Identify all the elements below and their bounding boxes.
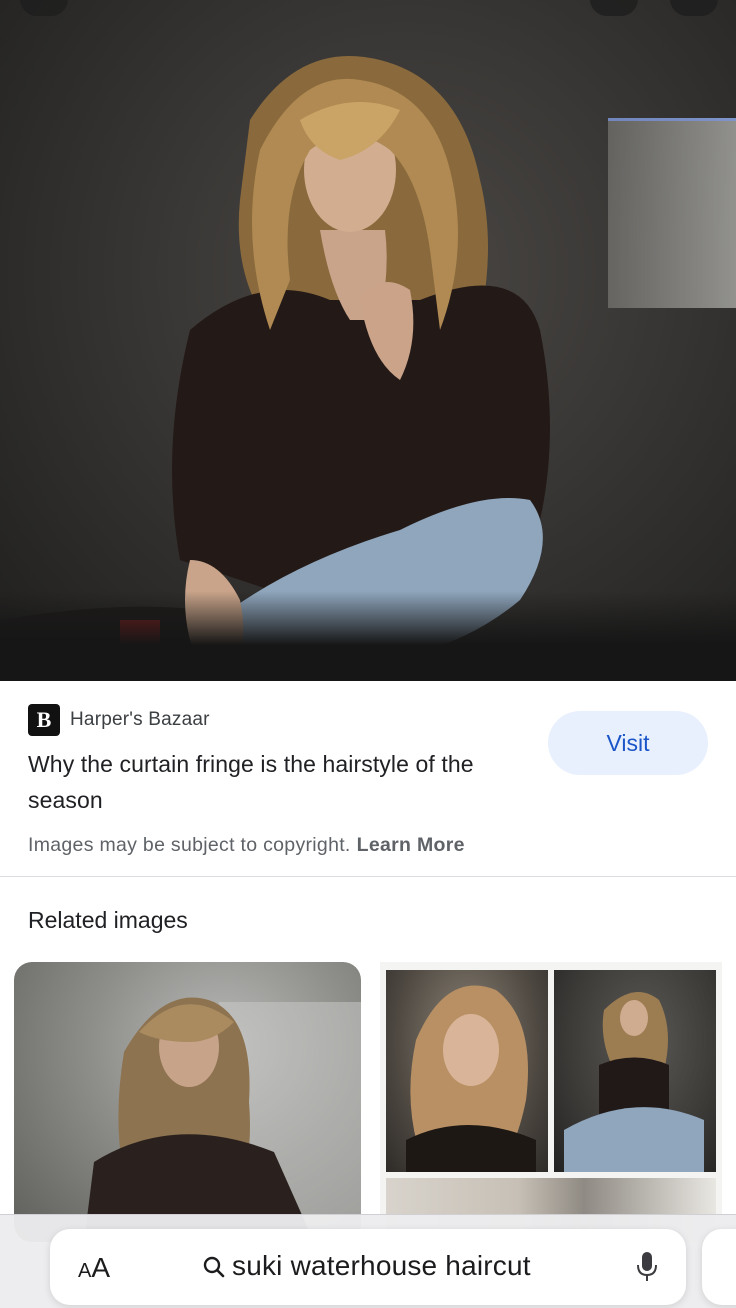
search-query-text[interactable]: suki waterhouse haircut bbox=[232, 1250, 531, 1282]
related-image-1[interactable] bbox=[14, 962, 361, 1242]
text-size-small-a: A bbox=[78, 1260, 92, 1282]
related-image-1-figure bbox=[84, 997, 361, 1242]
collage-tile-2-figure bbox=[564, 992, 704, 1172]
source-row[interactable]: B Harper's Bazaar bbox=[28, 704, 210, 736]
related-images-heading: Related images bbox=[28, 907, 188, 933]
learn-more-link[interactable]: Learn More bbox=[357, 834, 465, 856]
person-figure bbox=[0, 56, 550, 681]
collage-tile-1-figure bbox=[406, 985, 536, 1172]
visit-button[interactable]: Visit bbox=[548, 711, 708, 775]
hero-image[interactable] bbox=[0, 0, 736, 681]
result-title[interactable]: Why the curtain fringe is the hairstyle … bbox=[28, 746, 528, 818]
section-divider bbox=[0, 876, 736, 877]
next-tab-pill[interactable] bbox=[702, 1229, 736, 1305]
text-size-button[interactable]: AA bbox=[78, 1252, 110, 1284]
search-icon bbox=[203, 1256, 225, 1278]
related-image-2-collage[interactable] bbox=[380, 962, 722, 1242]
harpers-bazaar-logo: B bbox=[28, 704, 60, 736]
microphone-icon[interactable] bbox=[636, 1251, 658, 1283]
source-name[interactable]: Harper's Bazaar bbox=[70, 709, 210, 731]
copyright-text: Images may be subject to copyright. bbox=[28, 834, 351, 856]
collage-tile-1 bbox=[386, 970, 548, 1172]
floor-shadow bbox=[0, 591, 736, 681]
copyright-notice: Images may be subject to copyright. Learn… bbox=[28, 834, 465, 857]
collage-tile-2 bbox=[554, 970, 716, 1172]
text-size-big-a: A bbox=[91, 1252, 111, 1283]
